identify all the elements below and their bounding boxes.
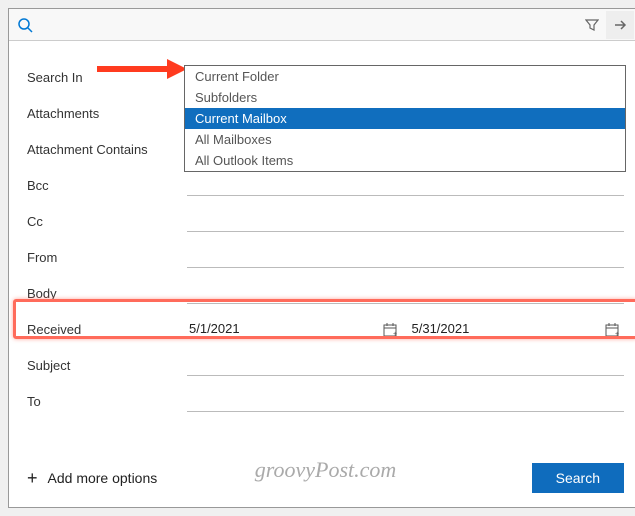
label-attachments: Attachments [27, 106, 187, 121]
search-button[interactable]: Search [532, 463, 624, 493]
go-button[interactable] [606, 11, 634, 39]
received-end-field[interactable]: 5/31/2021 + [412, 321, 623, 337]
svg-text:+: + [393, 331, 397, 338]
dropdown-option-current-folder[interactable]: Current Folder [185, 66, 625, 87]
bcc-input[interactable] [189, 177, 622, 192]
add-more-label: Add more options [48, 470, 158, 486]
row-subject: Subject [27, 347, 624, 383]
to-field[interactable] [187, 390, 624, 412]
cc-field[interactable] [187, 210, 624, 232]
bcc-field[interactable] [187, 174, 624, 196]
body-field[interactable] [187, 282, 624, 304]
label-body: Body [27, 286, 187, 301]
dropdown-option-all-mailboxes[interactable]: All Mailboxes [185, 129, 625, 150]
label-to: To [27, 394, 187, 409]
label-from: From [27, 250, 187, 265]
label-bcc: Bcc [27, 178, 187, 193]
row-received: Received 5/1/2021 + 5/31/2021 + [27, 311, 624, 347]
calendar-icon[interactable]: + [604, 322, 620, 341]
footer: + Add more options Search [27, 463, 624, 493]
add-more-options[interactable]: + Add more options [27, 468, 157, 489]
row-to: To [27, 383, 624, 419]
row-cc: Cc [27, 203, 624, 239]
plus-icon: + [27, 468, 38, 489]
search-icon[interactable] [17, 17, 33, 33]
dropdown-option-all-outlook-items[interactable]: All Outlook Items [185, 150, 625, 171]
dropdown-option-current-mailbox[interactable]: Current Mailbox [185, 108, 625, 129]
received-start-field[interactable]: 5/1/2021 + [189, 321, 400, 337]
subject-field[interactable] [187, 354, 624, 376]
from-field[interactable] [187, 246, 624, 268]
body-input[interactable] [189, 285, 622, 300]
dropdown-option-subfolders[interactable]: Subfolders [185, 87, 625, 108]
svg-text:+: + [615, 331, 619, 338]
label-search-in: Search In [27, 70, 187, 85]
received-end-value: 5/31/2021 [412, 321, 470, 336]
row-body: Body [27, 275, 624, 311]
to-input[interactable] [189, 393, 622, 408]
label-cc: Cc [27, 214, 187, 229]
row-from: From [27, 239, 624, 275]
calendar-icon[interactable]: + [382, 322, 398, 341]
advanced-search-panel: Search In Current Mailbox Attachments At… [8, 8, 635, 508]
row-bcc: Bcc [27, 167, 624, 203]
search-in-dropdown-list: Current Folder Subfolders Current Mailbo… [184, 65, 626, 172]
from-input[interactable] [189, 249, 622, 264]
label-received: Received [27, 322, 187, 337]
received-range: 5/1/2021 + 5/31/2021 + [187, 318, 624, 340]
label-subject: Subject [27, 358, 187, 373]
received-start-value: 5/1/2021 [189, 321, 240, 336]
filter-button[interactable] [578, 11, 606, 39]
label-attachment-contains: Attachment Contains [27, 142, 187, 157]
cc-input[interactable] [189, 213, 622, 228]
subject-input[interactable] [189, 357, 622, 372]
topbar [9, 9, 635, 41]
